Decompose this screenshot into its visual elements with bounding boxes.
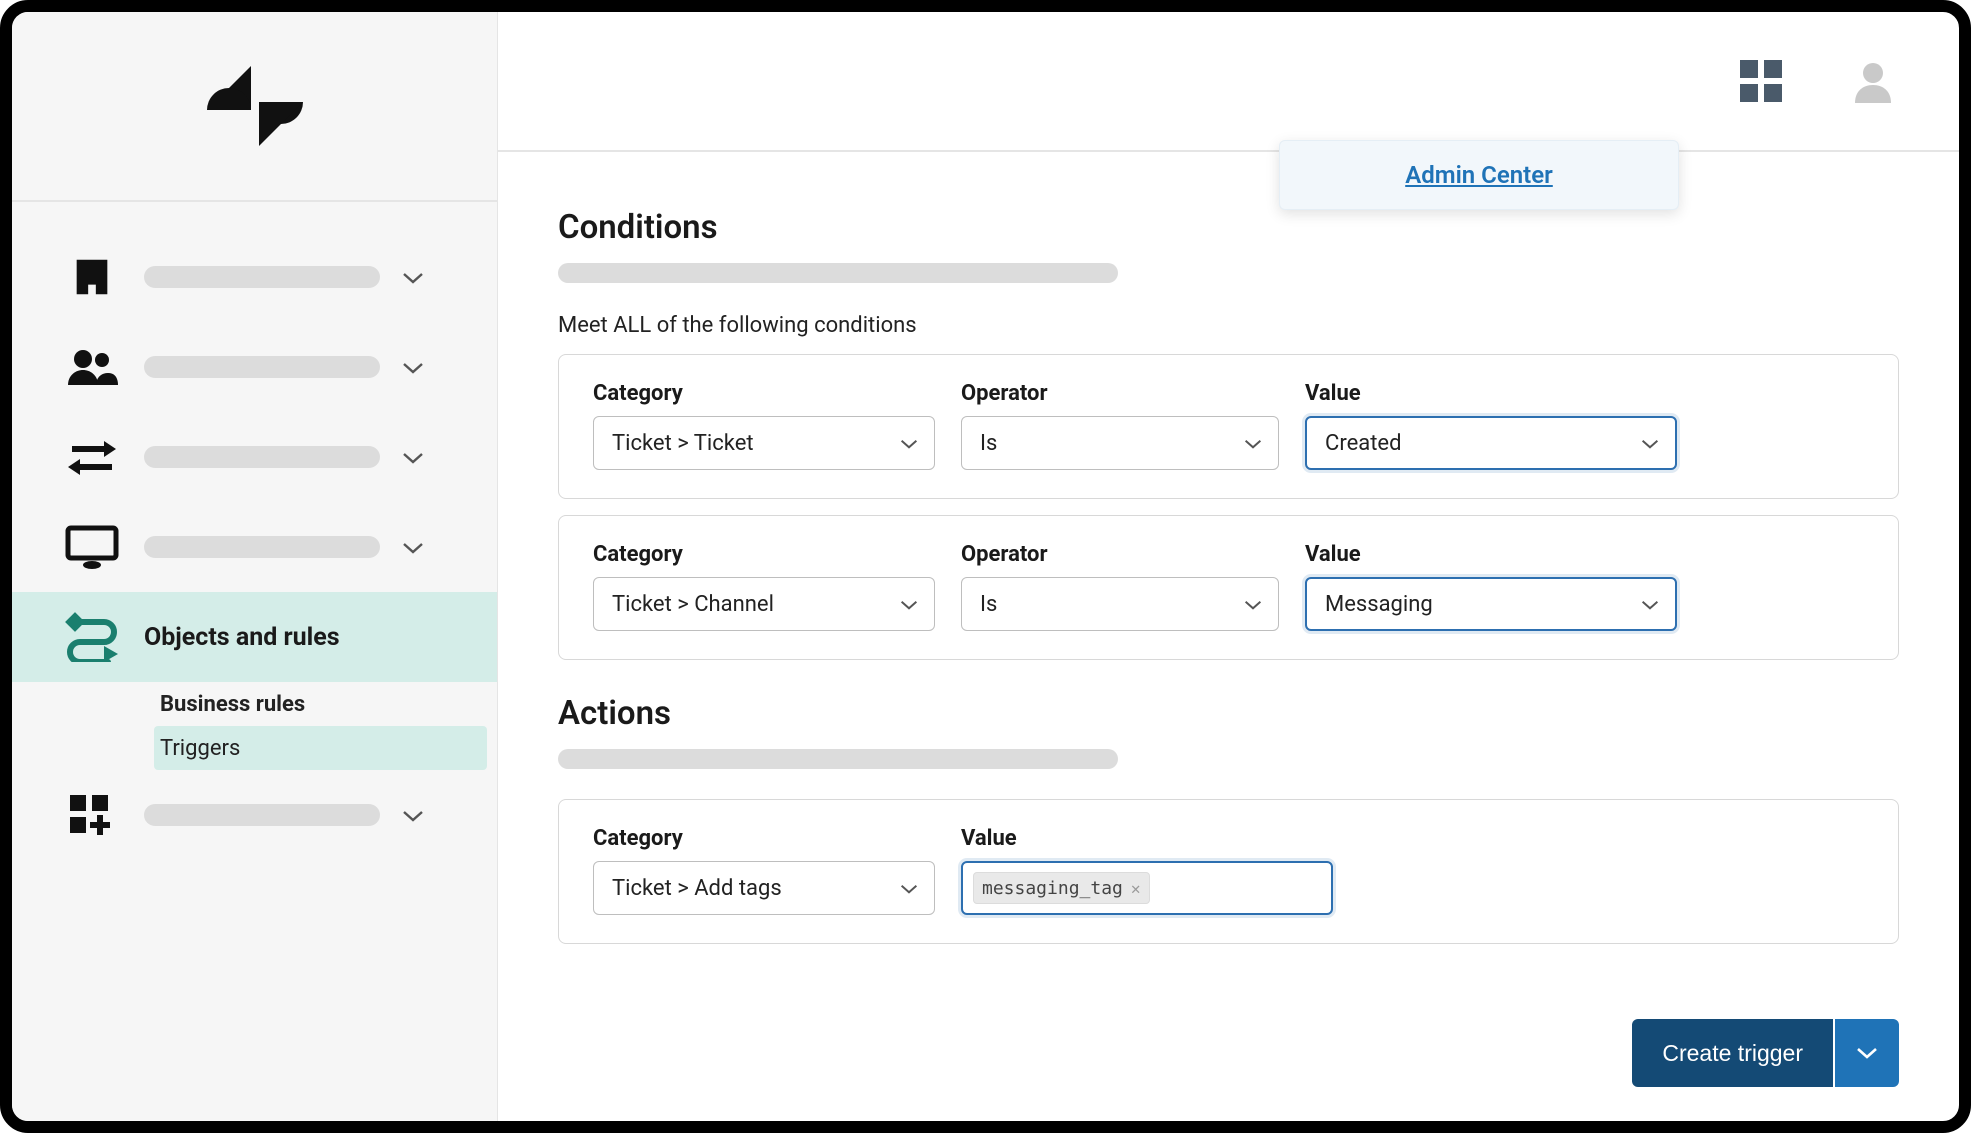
- select-value: Ticket > Channel: [612, 592, 774, 617]
- placeholder: [144, 536, 380, 558]
- arrows-horizontal-icon: [62, 433, 122, 481]
- placeholder: [144, 356, 380, 378]
- select-value: Created: [1325, 431, 1401, 456]
- chevron-down-icon: [402, 450, 424, 464]
- chevron-down-icon: [900, 431, 918, 456]
- sidebar-subheading-business-rules[interactable]: Business rules: [154, 682, 487, 726]
- label-category: Category: [593, 381, 935, 406]
- placeholder: [558, 263, 1118, 283]
- monitor-icon: [62, 523, 122, 571]
- chevron-down-icon: [1641, 431, 1659, 456]
- sidebar-subitem-triggers[interactable]: Triggers: [154, 726, 487, 770]
- label-category: Category: [593, 542, 935, 567]
- placeholder: [558, 749, 1118, 769]
- select-value: Messaging: [1325, 592, 1433, 617]
- top-header: [498, 12, 1959, 152]
- sidebar-item-apps[interactable]: [12, 770, 497, 860]
- chevron-down-icon: [1244, 431, 1262, 456]
- placeholder: [144, 804, 380, 826]
- sidebar-item-label: Objects and rules: [144, 623, 465, 652]
- create-trigger-dropdown-button[interactable]: [1833, 1019, 1899, 1087]
- operator-select[interactable]: Is: [961, 416, 1279, 470]
- chevron-down-icon: [1641, 592, 1659, 617]
- action-row: Category Ticket > Add tags Value messagi…: [558, 799, 1899, 944]
- apps-add-icon: [62, 791, 122, 839]
- chevron-down-icon: [402, 360, 424, 374]
- chevron-down-icon: [402, 540, 424, 554]
- chevron-down-icon: [402, 808, 424, 822]
- operator-select[interactable]: Is: [961, 577, 1279, 631]
- sidebar-item-people[interactable]: [12, 322, 497, 412]
- tag-chip[interactable]: messaging_tag ✕: [973, 872, 1150, 904]
- category-select[interactable]: Ticket > Channel: [593, 577, 935, 631]
- label-value: Value: [1305, 381, 1677, 406]
- chevron-down-icon: [900, 876, 918, 901]
- sidebar: Objects and rules Business rules Trigger…: [12, 12, 498, 1121]
- products-grid-icon[interactable]: [1735, 55, 1787, 107]
- create-trigger-button[interactable]: Create trigger: [1632, 1019, 1833, 1087]
- building-icon: [62, 253, 122, 301]
- label-value: Value: [1305, 542, 1677, 567]
- admin-center-link[interactable]: Admin Center: [1405, 161, 1553, 189]
- actions-heading: Actions: [558, 694, 1899, 733]
- tags-input[interactable]: messaging_tag ✕: [961, 861, 1333, 915]
- condition-row: Category Ticket > Channel Operator Is Va…: [558, 515, 1899, 660]
- conditions-instructions: Meet ALL of the following conditions: [558, 313, 1899, 338]
- select-value: Is: [980, 592, 997, 617]
- category-select[interactable]: Ticket > Ticket: [593, 416, 935, 470]
- placeholder: [144, 266, 380, 288]
- value-select[interactable]: Created: [1305, 416, 1677, 470]
- admin-center-popover: Admin Center: [1279, 140, 1679, 210]
- conditions-heading: Conditions: [558, 208, 1899, 247]
- label-category: Category: [593, 826, 935, 851]
- value-select[interactable]: Messaging: [1305, 577, 1677, 631]
- sidebar-item-channels[interactable]: [12, 412, 497, 502]
- label-value: Value: [961, 826, 1333, 851]
- label-operator: Operator: [961, 542, 1279, 567]
- chevron-down-icon: [1244, 592, 1262, 617]
- select-value: Ticket > Add tags: [612, 876, 782, 901]
- logo-area: [12, 12, 497, 202]
- sidebar-item-workspaces[interactable]: [12, 502, 497, 592]
- select-value: Ticket > Ticket: [612, 431, 754, 456]
- chevron-down-icon: [900, 592, 918, 617]
- condition-row: Category Ticket > Ticket Operator Is Val…: [558, 354, 1899, 499]
- people-icon: [62, 343, 122, 391]
- select-value: Is: [980, 431, 997, 456]
- label-operator: Operator: [961, 381, 1279, 406]
- chevron-down-icon: [402, 270, 424, 284]
- category-select[interactable]: Ticket > Add tags: [593, 861, 935, 915]
- close-icon[interactable]: ✕: [1131, 879, 1141, 898]
- workflow-icon: [62, 613, 122, 661]
- chevron-down-icon: [1856, 1046, 1878, 1060]
- sidebar-item-account[interactable]: [12, 232, 497, 322]
- zendesk-logo-icon: [205, 66, 305, 146]
- profile-icon[interactable]: [1847, 55, 1899, 107]
- tag-text: messaging_tag: [982, 878, 1123, 899]
- sidebar-item-objects-rules[interactable]: Objects and rules: [12, 592, 497, 682]
- placeholder: [144, 446, 380, 468]
